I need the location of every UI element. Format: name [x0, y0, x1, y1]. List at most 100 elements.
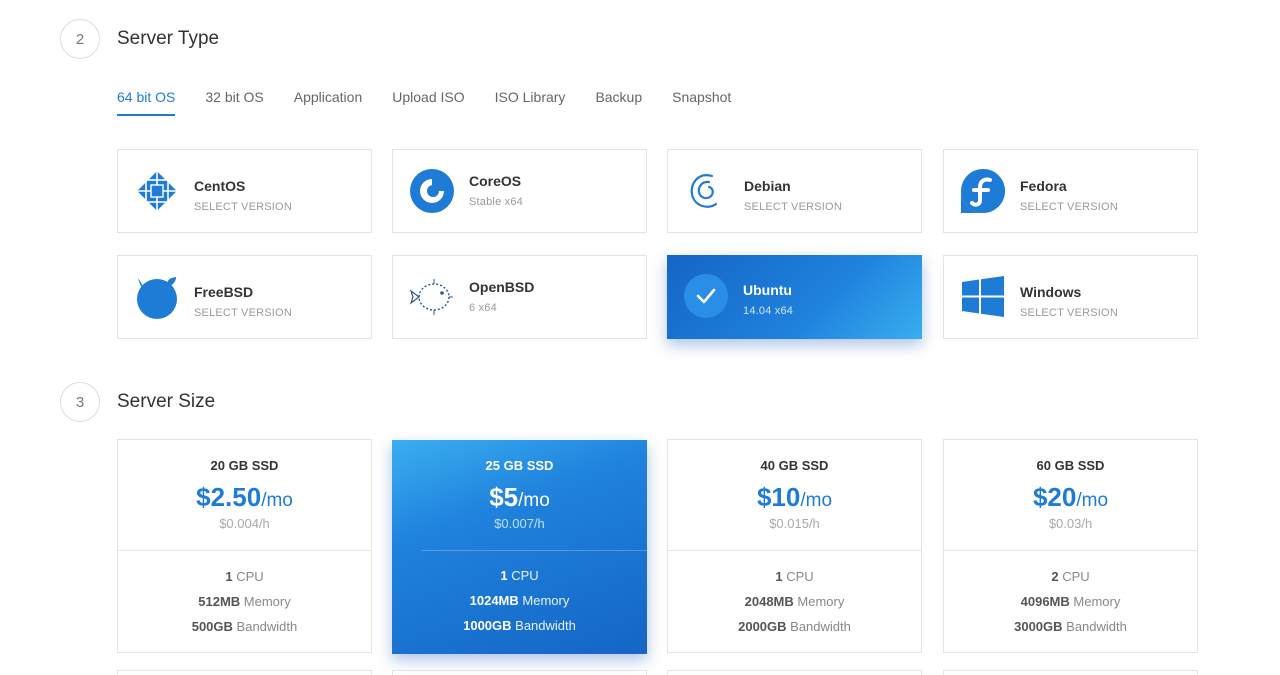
plan-bandwidth: 2000GB Bandwidth [668, 619, 921, 634]
plan-card-40gb[interactable]: 40 GB SSD $10/mo $0.015/h 1 CPU 2048MB M… [667, 439, 922, 653]
os-version: SELECT VERSION [194, 201, 292, 213]
os-version: SELECT VERSION [194, 307, 292, 319]
plan-price-amount: $20 [1032, 482, 1077, 512]
os-card-windows[interactable]: Windows SELECT VERSION [943, 255, 1198, 339]
os-version: 14.04 x64 [743, 305, 794, 317]
plan-price-period: /mo [261, 490, 293, 511]
section-title-server-size: Server Size [117, 391, 216, 412]
coreos-icon [409, 168, 455, 214]
plan-cpu-label: CPU [236, 569, 264, 584]
plan-price-period: /mo [518, 490, 550, 511]
plan-memory: 1024MB Memory [392, 593, 647, 608]
plan-price: $5/mo [392, 482, 647, 513]
plan-price: $20/mo [944, 482, 1197, 513]
plan-bandwidth-label: Bandwidth [790, 619, 851, 634]
plan-price-amount: $2.50 [196, 482, 262, 512]
plan-cpu-value: 1 [225, 569, 233, 584]
plan-cpu-value: 2 [1051, 569, 1059, 584]
plan-hourly: $0.007/h [494, 516, 545, 531]
os-card-openbsd[interactable]: OpenBSD 6 x64 [392, 255, 647, 339]
os-name: OpenBSD [469, 279, 535, 295]
plan-memory-label: Memory [522, 593, 570, 608]
plan-memory: 512MB Memory [118, 594, 371, 609]
plan-card-60gb[interactable]: 60 GB SSD $20/mo $0.03/h 2 CPU 4096MB Me… [943, 439, 1198, 653]
plan-price: $10/mo [668, 482, 921, 513]
os-version: SELECT VERSION [744, 201, 842, 213]
os-name: Debian [744, 178, 791, 194]
plan-bandwidth: 3000GB Bandwidth [944, 619, 1197, 634]
plan-price-amount: $5 [489, 482, 519, 512]
plan-cpu: 2 CPU [944, 569, 1197, 584]
plan-memory-label: Memory [1073, 594, 1121, 609]
os-name: CentOS [194, 178, 246, 194]
plan-memory-label: Memory [797, 594, 845, 609]
tab-snapshot[interactable]: Snapshot [672, 86, 731, 116]
debian-icon [684, 168, 730, 214]
plan-cpu-value: 1 [500, 568, 508, 583]
os-card-ubuntu[interactable]: Ubuntu 14.04 x64 [667, 255, 922, 339]
tab-upload-iso[interactable]: Upload ISO [392, 86, 464, 116]
plan-bandwidth: 500GB Bandwidth [118, 619, 371, 634]
os-card-fedora[interactable]: Fedora SELECT VERSION [943, 149, 1198, 233]
tab-application[interactable]: Application [294, 86, 363, 116]
plan-memory-value: 1024MB [469, 593, 519, 608]
divider [944, 550, 1197, 551]
freebsd-icon [134, 274, 180, 320]
os-version: 6 x64 [469, 302, 497, 314]
plan-bandwidth-label: Bandwidth [515, 618, 576, 633]
plan-bandwidth-value: 2000GB [738, 619, 787, 634]
plan-card-25gb[interactable]: 25 GB SSD $5/mo $0.007/h 1 CPU 1024MB Me… [392, 440, 647, 654]
plan-storage: 25 GB SSD [485, 458, 554, 473]
plan-memory-value: 2048MB [744, 594, 794, 609]
plan-storage: 40 GB SSD [760, 458, 829, 473]
plan-price: $2.50/mo [118, 482, 371, 513]
plan-hourly: $0.015/h [769, 516, 820, 531]
os-name: Windows [1020, 284, 1082, 300]
os-name: Fedora [1020, 178, 1067, 194]
windows-icon [960, 274, 1006, 320]
divider [422, 550, 647, 551]
plan-card-next[interactable] [117, 670, 372, 675]
plan-bandwidth-label: Bandwidth [1066, 619, 1127, 634]
plan-bandwidth: 1000GB Bandwidth [392, 618, 647, 633]
os-version: SELECT VERSION [1020, 307, 1118, 319]
plan-cpu-value: 1 [775, 569, 783, 584]
centos-icon [134, 168, 180, 214]
os-tabs: 64 bit OS 32 bit OS Application Upload I… [117, 86, 761, 116]
plan-memory-value: 512MB [198, 594, 241, 609]
plan-storage: 60 GB SSD [1036, 458, 1105, 473]
os-name: CoreOS [469, 173, 522, 189]
plan-hourly: $0.03/h [1048, 516, 1093, 531]
plan-bandwidth-label: Bandwidth [236, 619, 298, 634]
plan-bandwidth-value: 1000GB [463, 618, 512, 633]
os-card-coreos[interactable]: CoreOS Stable x64 [392, 149, 647, 233]
os-card-centos[interactable]: CentOS SELECT VERSION [117, 149, 372, 233]
check-icon [683, 273, 729, 319]
plan-price-amount: $10 [756, 482, 801, 512]
plan-cpu: 1 CPU [392, 568, 647, 583]
tab-32-bit-os[interactable]: 32 bit OS [205, 86, 263, 116]
plan-card-20gb[interactable]: 20 GB SSD $2.50/mo $0.004/h 1 CPU 512MB … [117, 439, 372, 653]
plan-card-next[interactable] [943, 670, 1198, 675]
plan-cpu: 1 CPU [118, 569, 371, 584]
tab-backup[interactable]: Backup [595, 86, 642, 116]
tab-iso-library[interactable]: ISO Library [495, 86, 566, 116]
plan-memory: 4096MB Memory [944, 594, 1197, 609]
divider [118, 550, 371, 551]
plan-card-next[interactable] [392, 670, 647, 675]
os-version: Stable x64 [469, 196, 523, 208]
plan-card-next[interactable] [667, 670, 922, 675]
os-card-debian[interactable]: Debian SELECT VERSION [667, 149, 922, 233]
plan-memory: 2048MB Memory [668, 594, 921, 609]
plan-memory-label: Memory [243, 594, 291, 609]
plan-price-period: /mo [1076, 490, 1109, 511]
fedora-icon [960, 168, 1006, 214]
os-version: SELECT VERSION [1020, 201, 1118, 213]
divider [668, 550, 921, 551]
plan-price-period: /mo [800, 490, 833, 511]
plan-memory-value: 4096MB [1020, 594, 1070, 609]
tab-64-bit-os[interactable]: 64 bit OS [117, 86, 176, 116]
plan-cpu-label: CPU [1062, 569, 1090, 584]
os-name: FreeBSD [194, 284, 254, 300]
os-card-freebsd[interactable]: FreeBSD SELECT VERSION [117, 255, 372, 339]
